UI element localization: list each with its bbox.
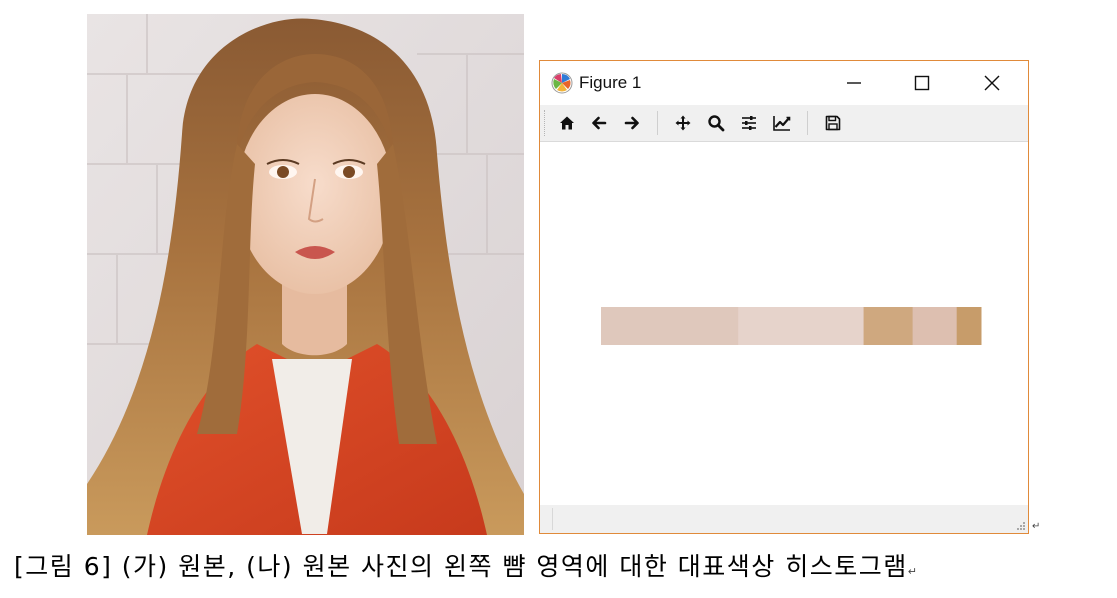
- minimize-button[interactable]: [820, 61, 888, 105]
- toolbar-grip[interactable]: [544, 110, 547, 136]
- status-bar-divider: [552, 508, 553, 530]
- status-bar: [540, 505, 1028, 533]
- toolbar-separator: [657, 111, 658, 135]
- paragraph-return-mark: ↵: [907, 565, 917, 578]
- matplotlib-app-icon: [551, 72, 573, 94]
- color-segment-5: [956, 307, 982, 345]
- back-button[interactable]: [587, 111, 611, 135]
- configure-subplots-icon: [742, 116, 756, 130]
- edit-axes-icon: [773, 116, 791, 131]
- title-bar[interactable]: Figure 1: [540, 61, 1028, 105]
- color-histogram-chart: [601, 307, 982, 345]
- color-segment-1: [601, 307, 739, 345]
- close-icon: [984, 75, 1000, 91]
- figure-window: Figure 1: [539, 60, 1029, 534]
- save-button[interactable]: [821, 111, 845, 135]
- home-button[interactable]: [555, 111, 579, 135]
- portrait-photo: [87, 14, 524, 535]
- color-segment-2: [738, 307, 865, 345]
- edit-axes-button[interactable]: [770, 111, 794, 135]
- toolbar-separator: [807, 111, 808, 135]
- zoom-icon: [708, 115, 725, 132]
- navigation-toolbar: [540, 105, 1028, 142]
- minimize-icon: [847, 82, 861, 84]
- pan-button[interactable]: [671, 111, 695, 135]
- caption-text: [그림 6] (가) 원본, (나) 원본 사진의 왼쪽 뺨 영역에 대한 대표…: [14, 552, 908, 581]
- back-arrow-icon: [592, 116, 607, 130]
- configure-subplots-button[interactable]: [737, 111, 761, 135]
- pan-move-icon: [675, 115, 691, 131]
- maximize-button[interactable]: [888, 61, 956, 105]
- home-icon: [560, 116, 574, 130]
- figure-caption: [그림 6] (가) 원본, (나) 원본 사진의 왼쪽 뺨 영역에 대한 대표…: [14, 547, 1114, 592]
- paragraph-return-mark: ↵: [1032, 521, 1041, 532]
- figure-canvas[interactable]: [540, 142, 1028, 505]
- window-title: Figure 1: [579, 73, 642, 92]
- forward-button[interactable]: [620, 111, 644, 135]
- color-segment-3: [863, 307, 914, 345]
- forward-arrow-icon: [624, 116, 639, 130]
- maximize-icon: [914, 75, 930, 91]
- save-icon: [825, 115, 841, 131]
- color-segment-4: [912, 307, 958, 345]
- close-button[interactable]: [958, 61, 1026, 105]
- resize-grip-icon[interactable]: [1017, 522, 1025, 530]
- zoom-button[interactable]: [704, 111, 728, 135]
